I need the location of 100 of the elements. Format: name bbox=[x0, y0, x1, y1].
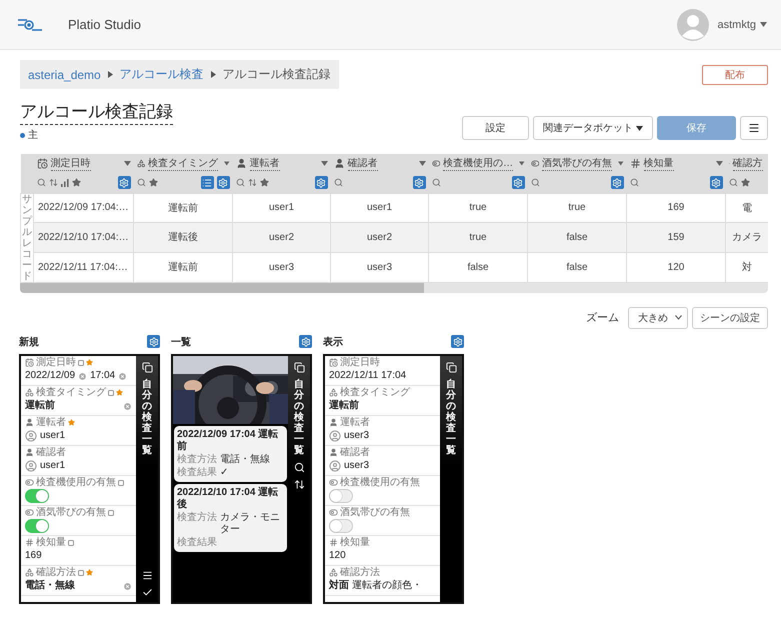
field-detail: 運転者の顔色・ bbox=[352, 580, 422, 592]
breadcrumb-link[interactable]: asteria_demo bbox=[28, 68, 101, 82]
caret-icon bbox=[760, 22, 767, 27]
settings-button[interactable] bbox=[299, 335, 312, 348]
scene-settings-button[interactable]: シーンの設定 bbox=[692, 306, 768, 328]
check-icon[interactable] bbox=[142, 586, 152, 598]
star-icon[interactable] bbox=[740, 178, 750, 188]
toggle-icon bbox=[432, 158, 440, 169]
separator-icon bbox=[108, 71, 113, 78]
star-icon[interactable] bbox=[260, 178, 268, 188]
toggle-switch[interactable] bbox=[329, 489, 353, 503]
record-card[interactable]: 2022/12/09 17:04 運転前 検査方法 電話・無線 検査結果 ✓ bbox=[174, 426, 287, 482]
settings-button[interactable] bbox=[412, 176, 426, 190]
card-title: 2022/12/10 17:04 運転後 bbox=[177, 486, 280, 510]
field-label: 測定日時 bbox=[36, 356, 76, 368]
person-icon bbox=[329, 448, 338, 457]
settings-button[interactable] bbox=[147, 335, 160, 348]
table-cell: false bbox=[528, 252, 626, 282]
toggle-switch[interactable] bbox=[25, 489, 49, 503]
clear-icon[interactable] bbox=[123, 402, 132, 410]
chevron-icon bbox=[675, 315, 682, 320]
card-label: 検査方法 bbox=[177, 454, 217, 466]
record-card[interactable]: 2022/12/10 17:04 運転後 検査方法 カメラ・モニター 検査結果 bbox=[174, 484, 287, 552]
sidebar-title: 自分の検査一覧 bbox=[142, 378, 152, 456]
table-cell: user2 bbox=[330, 222, 428, 252]
dropdown-caret-icon bbox=[519, 161, 524, 166]
card-value: カメラ・モニター bbox=[220, 512, 281, 536]
copy-icon[interactable] bbox=[142, 362, 152, 372]
gear-icon bbox=[148, 336, 158, 346]
person-icon bbox=[334, 158, 344, 169]
avatar-icon bbox=[25, 430, 37, 442]
clear-icon[interactable] bbox=[78, 372, 88, 380]
field-label: 検知量 bbox=[340, 536, 370, 548]
column-header[interactable]: 確認方 bbox=[732, 156, 762, 171]
toggle-switch[interactable] bbox=[329, 519, 353, 533]
settings-button[interactable] bbox=[314, 176, 328, 190]
publish-button[interactable]: 配布 bbox=[702, 64, 768, 84]
zoom-select[interactable]: 大きめ bbox=[628, 306, 688, 328]
dropdown-caret-icon bbox=[418, 161, 426, 166]
menu-button[interactable] bbox=[740, 116, 768, 140]
page-title: アルコール検査記録 bbox=[20, 100, 173, 125]
star-icon[interactable] bbox=[148, 178, 158, 188]
field-label: 酒気帯びの有無 bbox=[340, 506, 410, 518]
copy-icon[interactable] bbox=[294, 362, 304, 372]
settings-button[interactable] bbox=[451, 335, 464, 348]
column-header[interactable]: 酒気帯びの有無 bbox=[542, 156, 612, 171]
list-button[interactable] bbox=[200, 176, 214, 190]
field-label: 運転者 bbox=[36, 416, 66, 428]
field-value[interactable]: 電話・無線 bbox=[25, 580, 75, 592]
table-cell: false bbox=[428, 252, 528, 282]
field-label: 酒気帯びの有無 bbox=[36, 506, 106, 518]
date-value[interactable]: 2022/12/09 bbox=[25, 370, 76, 382]
column-header[interactable]: 確認者 bbox=[348, 156, 378, 171]
field-label: 検査機使用の有無 bbox=[36, 476, 116, 488]
chart-icon[interactable] bbox=[60, 178, 68, 187]
clear-icon[interactable] bbox=[123, 582, 132, 590]
table-cell: 運転後 bbox=[134, 222, 232, 252]
dropdown-caret-icon bbox=[320, 161, 328, 166]
settings-button[interactable] bbox=[512, 176, 524, 190]
breadcrumb-current: アルコール検査記録 bbox=[222, 66, 331, 83]
field-label: 確認方法 bbox=[340, 566, 380, 578]
star-icon[interactable] bbox=[72, 178, 80, 188]
person-icon bbox=[236, 158, 246, 169]
menu-icon[interactable] bbox=[142, 570, 152, 580]
toggle-icon bbox=[530, 158, 540, 169]
scrollbar[interactable] bbox=[20, 282, 768, 292]
screen-title: 一覧 bbox=[171, 336, 191, 348]
field-value: 169 bbox=[25, 550, 42, 562]
settings-button[interactable]: 設定 bbox=[462, 116, 529, 140]
card-label: 検査結果 bbox=[177, 466, 217, 478]
settings-button[interactable] bbox=[216, 176, 230, 190]
sort-icon[interactable] bbox=[294, 478, 304, 490]
column-header[interactable]: 検査機使用の… bbox=[443, 156, 514, 171]
field-label: 運転者 bbox=[340, 416, 370, 428]
clear-icon[interactable] bbox=[118, 372, 128, 380]
gear-icon bbox=[513, 178, 523, 188]
toggle-switch[interactable] bbox=[25, 519, 49, 533]
dropdown-button[interactable]: 関連データポケット bbox=[533, 116, 653, 140]
user-name[interactable]: astmktg bbox=[717, 18, 756, 30]
time-value[interactable]: 17:04 bbox=[90, 370, 116, 382]
column-header[interactable]: 運転者 bbox=[250, 156, 280, 171]
copy-icon[interactable] bbox=[446, 362, 456, 372]
field-label: 検査タイミング bbox=[340, 386, 410, 398]
settings-button[interactable] bbox=[710, 176, 722, 190]
card-label: 検査方法 bbox=[177, 512, 217, 524]
zoom-label: ズーム bbox=[586, 311, 619, 325]
field-label: 検知量 bbox=[36, 536, 66, 548]
person-icon bbox=[25, 448, 34, 457]
column-header[interactable]: 検査タイミング bbox=[148, 156, 218, 171]
card-value: 電話・無線 bbox=[220, 454, 270, 466]
table-cell: false bbox=[528, 222, 626, 252]
field-value: user1 bbox=[40, 460, 66, 472]
column-header[interactable]: 測定日時 bbox=[50, 156, 90, 171]
breadcrumb-link[interactable]: アルコール検査 bbox=[120, 66, 204, 83]
field-value[interactable]: 運転前 bbox=[25, 400, 55, 412]
field-value: 対面 bbox=[329, 580, 349, 592]
settings-button[interactable] bbox=[118, 176, 130, 190]
avatar-icon bbox=[25, 460, 37, 472]
column-header[interactable]: 検知量 bbox=[644, 156, 674, 171]
settings-button[interactable] bbox=[610, 176, 624, 190]
